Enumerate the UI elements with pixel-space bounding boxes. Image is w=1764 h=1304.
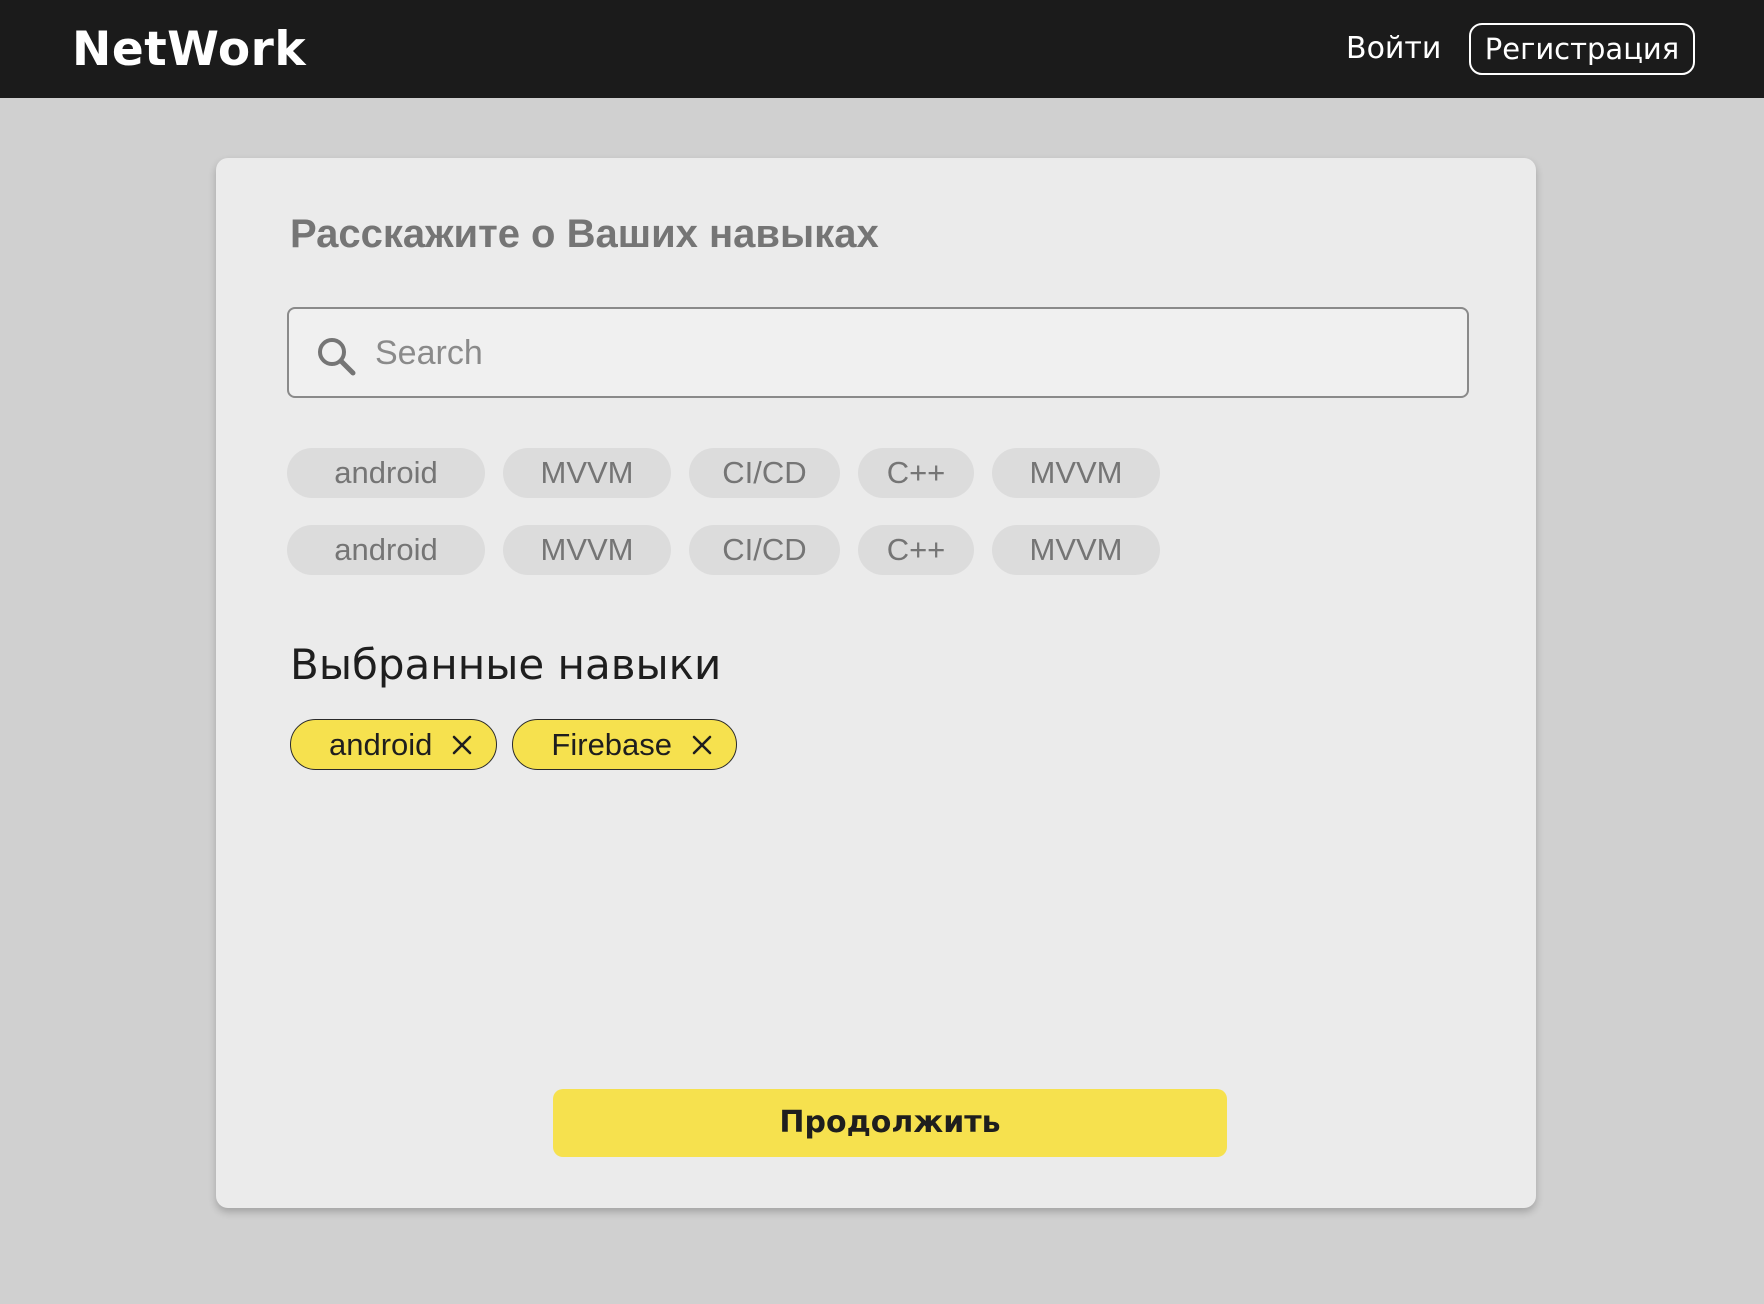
register-button[interactable]: Регистрация: [1469, 23, 1695, 75]
suggestion-chip[interactable]: android: [287, 525, 485, 575]
suggestion-chip[interactable]: C++: [858, 525, 974, 575]
selected-skills-title: Выбранные навыки: [290, 640, 722, 689]
app-logo[interactable]: NetWork: [72, 20, 306, 80]
search-input[interactable]: [375, 323, 1435, 383]
selected-skills-list: android Firebase: [290, 719, 738, 770]
skills-card: Расскажите о Ваших навыках android MVVM …: [216, 158, 1536, 1208]
suggestion-row-1: android MVVM CI/CD C++ MVVM: [287, 448, 1160, 498]
suggestion-chip[interactable]: CI/CD: [689, 448, 840, 498]
search-box[interactable]: [287, 307, 1469, 398]
continue-button[interactable]: Продолжить: [553, 1089, 1227, 1157]
search-icon: [318, 338, 356, 376]
login-link[interactable]: Войти: [1346, 26, 1441, 72]
selected-skill-chip: android: [290, 719, 498, 770]
suggestion-chip[interactable]: android: [287, 448, 485, 498]
suggestion-chip[interactable]: MVVM: [992, 525, 1160, 575]
suggestion-row-2: android MVVM CI/CD C++ MVVM: [287, 525, 1160, 575]
suggestion-chip[interactable]: MVVM: [992, 448, 1160, 498]
card-title: Расскажите о Ваших навыках: [290, 212, 879, 256]
selected-skill-label: Firebase: [551, 726, 673, 762]
suggestion-chip[interactable]: CI/CD: [689, 525, 840, 575]
close-icon[interactable]: [690, 733, 714, 757]
close-icon[interactable]: [450, 733, 474, 757]
suggestion-chip[interactable]: C++: [858, 448, 974, 498]
top-nav-bar: NetWork Войти Регистрация: [0, 0, 1764, 98]
suggestion-chip[interactable]: MVVM: [503, 448, 671, 498]
suggestion-chip[interactable]: MVVM: [503, 525, 671, 575]
selected-skill-label: android: [329, 726, 433, 762]
selected-skill-chip: Firebase: [512, 719, 738, 770]
